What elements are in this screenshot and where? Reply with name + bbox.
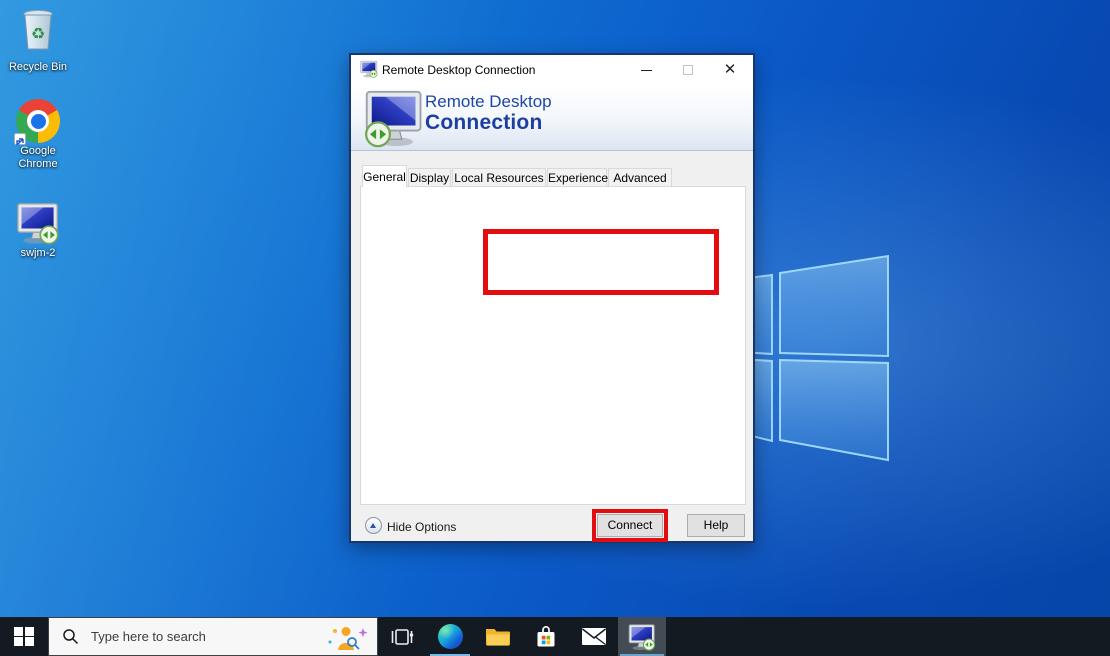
window-title: Remote Desktop Connection bbox=[382, 63, 536, 77]
edge-icon bbox=[437, 624, 463, 649]
dialog-banner: Remote Desktop Connection bbox=[351, 85, 753, 151]
rdp-banner-icon bbox=[363, 88, 423, 148]
desktop-icon-label: swjm-2 bbox=[20, 247, 56, 259]
help-button[interactable]: Help bbox=[687, 514, 745, 537]
rdp-monitor-icon bbox=[16, 201, 60, 245]
chrome-icon bbox=[14, 99, 60, 146]
start-button[interactable] bbox=[0, 617, 48, 656]
dialog-titlebar[interactable]: Remote Desktop Connection ✕ bbox=[351, 55, 753, 85]
desktop: ♻ Recycle Bin Google Chrome swjm-2 Remot… bbox=[0, 0, 1110, 656]
desktop-icon-google-chrome[interactable]: Google Chrome bbox=[6, 99, 70, 171]
remote-desktop-connection-dialog: Remote Desktop Connection ✕ Remote Deskt… bbox=[349, 53, 755, 543]
taskbar-file-explorer-button[interactable] bbox=[474, 617, 522, 656]
taskbar-microsoft-store-button[interactable] bbox=[522, 617, 570, 656]
general-tab-panel bbox=[360, 186, 746, 505]
windows-start-icon bbox=[14, 626, 34, 647]
windows-wallpaper-logo-icon bbox=[740, 254, 889, 462]
taskbar-search[interactable] bbox=[48, 617, 378, 656]
microsoft-store-icon bbox=[537, 625, 555, 646]
task-view-icon bbox=[391, 628, 414, 645]
tab-advanced[interactable]: Advanced bbox=[608, 168, 672, 187]
search-highlights-icon bbox=[328, 627, 368, 650]
hide-options-link[interactable]: Hide Options bbox=[387, 520, 456, 534]
svg-text:♻: ♻ bbox=[31, 24, 45, 43]
tab-display[interactable]: Display bbox=[408, 168, 451, 187]
desktop-icon-recycle-bin[interactable]: ♻ Recycle Bin bbox=[6, 6, 70, 74]
desktop-icon-swjm-2[interactable]: swjm-2 bbox=[6, 201, 70, 260]
tab-experience[interactable]: Experience bbox=[547, 168, 608, 187]
search-input[interactable] bbox=[91, 629, 301, 644]
taskbar-rdp-button-active[interactable] bbox=[618, 617, 666, 656]
connect-button[interactable]: Connect bbox=[597, 514, 663, 537]
banner-title-line1: Remote Desktop bbox=[425, 92, 552, 111]
minimize-button[interactable] bbox=[631, 55, 661, 85]
desktop-icon-label: Google Chrome bbox=[18, 145, 58, 170]
tab-local-resources[interactable]: Local Resources bbox=[452, 168, 546, 187]
rdp-taskbar-icon bbox=[628, 623, 656, 651]
desktop-icon-label: Recycle Bin bbox=[8, 61, 68, 73]
rdp-window-icon bbox=[360, 60, 378, 78]
shortcut-arrow-icon bbox=[14, 133, 26, 146]
maximize-button[interactable] bbox=[673, 55, 703, 85]
hide-options-arrow-icon[interactable] bbox=[365, 517, 382, 534]
taskbar-edge-button[interactable] bbox=[426, 617, 474, 656]
search-icon bbox=[63, 629, 79, 645]
task-view-button[interactable] bbox=[378, 617, 426, 656]
mail-icon bbox=[582, 628, 606, 646]
file-explorer-icon bbox=[486, 629, 510, 646]
tab-general[interactable]: General bbox=[362, 165, 407, 187]
taskbar-mail-button[interactable] bbox=[570, 617, 618, 656]
recycle-bin-icon: ♻ bbox=[23, 10, 53, 50]
banner-title-line2: Connection bbox=[425, 111, 543, 134]
taskbar bbox=[0, 617, 1110, 656]
close-button[interactable]: ✕ bbox=[715, 55, 745, 85]
